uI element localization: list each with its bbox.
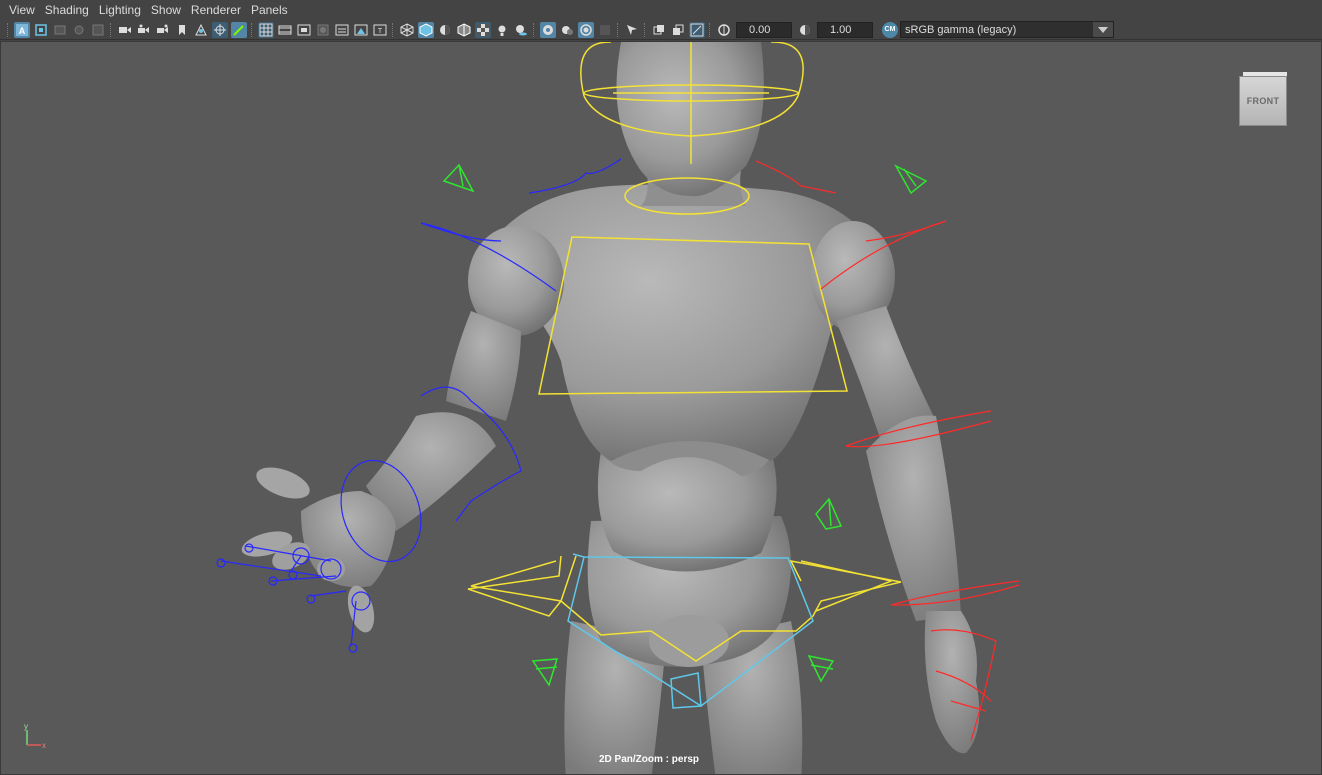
field-chart-icon[interactable] xyxy=(334,22,350,38)
toolbar-separator xyxy=(251,22,253,37)
textured-icon[interactable] xyxy=(474,21,491,38)
anti-aliasing-icon[interactable] xyxy=(597,22,613,38)
menu-show[interactable]: Show xyxy=(146,0,186,20)
axis-indicator: y x xyxy=(24,722,46,750)
grease-pencil-icon[interactable] xyxy=(230,21,247,38)
shadows-icon[interactable] xyxy=(513,22,529,38)
toolbar-separator xyxy=(617,22,619,37)
grid-icon[interactable] xyxy=(257,21,274,38)
menu-shading[interactable]: Shading xyxy=(40,0,94,20)
view-transform-dropdown[interactable]: sRGB gamma (legacy) xyxy=(900,21,1114,38)
axis-x-label: x xyxy=(42,741,46,750)
gate-mask-icon[interactable] xyxy=(315,22,331,38)
toolbar-separator xyxy=(7,22,9,37)
camera-aim-up-icon[interactable] xyxy=(155,22,171,38)
view-transform-value: sRGB gamma (legacy) xyxy=(905,23,1017,36)
view-cube-front-face[interactable]: FRONT xyxy=(1239,76,1287,126)
hide-manipulators-icon[interactable] xyxy=(651,22,667,38)
svg-text:T: T xyxy=(377,28,382,35)
axis-y-label: y xyxy=(24,722,28,731)
menu-lighting[interactable]: Lighting xyxy=(94,0,146,20)
viewport-persp[interactable]: FRONT y x 2D Pan/Zoom : persp xyxy=(0,41,1322,775)
ambient-occlusion-icon[interactable] xyxy=(559,22,575,38)
toolbar-separator xyxy=(644,22,646,37)
two-d-pan-icon[interactable] xyxy=(193,22,209,38)
toolbar-separator xyxy=(110,22,112,37)
default-material-icon[interactable] xyxy=(437,22,453,38)
select-camera-icon[interactable]: A xyxy=(13,21,30,38)
camera-status-text: 2D Pan/Zoom : persp xyxy=(599,754,700,765)
lock-camera-icon[interactable] xyxy=(33,22,49,38)
exposure-icon[interactable] xyxy=(716,22,732,38)
image-plane-icon[interactable] xyxy=(90,22,106,38)
toolbar-separator xyxy=(392,22,394,37)
frame-selection-icon[interactable] xyxy=(670,22,686,38)
scene-canvas[interactable] xyxy=(1,42,1322,775)
frame-all-icon[interactable] xyxy=(688,21,705,38)
menu-view[interactable]: View xyxy=(4,0,40,20)
toolbar-separator xyxy=(709,22,711,37)
chevron-down-icon[interactable] xyxy=(1093,22,1113,37)
motion-blur-icon[interactable] xyxy=(577,21,594,38)
menu-renderer[interactable]: Renderer xyxy=(186,0,246,20)
isolate-select-icon[interactable] xyxy=(624,22,640,38)
toolbar-separator xyxy=(533,22,535,37)
mannequin-mesh[interactable] xyxy=(239,42,980,775)
safe-title-icon[interactable]: T xyxy=(372,22,388,38)
film-gate-icon[interactable] xyxy=(277,22,293,38)
camera-icon[interactable] xyxy=(117,22,133,38)
menu-panels[interactable]: Panels xyxy=(246,0,293,20)
bookmark-flag-icon[interactable] xyxy=(174,22,190,38)
camera-attributes-icon[interactable] xyxy=(52,22,68,38)
view-cube[interactable]: FRONT xyxy=(1239,72,1289,128)
resolution-gate-icon[interactable] xyxy=(296,22,312,38)
panel-menubar: View Shading Lighting Show Renderer Pane… xyxy=(0,0,1322,20)
color-management-toggle[interactable]: CM xyxy=(882,21,898,38)
gamma-icon[interactable] xyxy=(797,22,813,38)
bookmark-icon[interactable] xyxy=(71,22,87,38)
panel-toolbar: A T 0.00 1.00 CM sRGB gamma (legacy) xyxy=(0,20,1322,40)
camera-aim-icon[interactable] xyxy=(136,22,152,38)
xray-icon[interactable] xyxy=(539,21,556,38)
smooth-shade-icon[interactable] xyxy=(417,21,434,38)
wireframe-on-shaded-icon[interactable] xyxy=(456,22,472,38)
lights-icon[interactable] xyxy=(494,22,510,38)
gamma-field[interactable]: 1.00 xyxy=(817,21,873,38)
exposure-field[interactable]: 0.00 xyxy=(736,21,792,38)
svg-text:A: A xyxy=(18,26,25,36)
safe-action-icon[interactable] xyxy=(353,22,369,38)
pan-zoom-icon[interactable] xyxy=(211,21,228,38)
wireframe-icon[interactable] xyxy=(399,22,415,38)
